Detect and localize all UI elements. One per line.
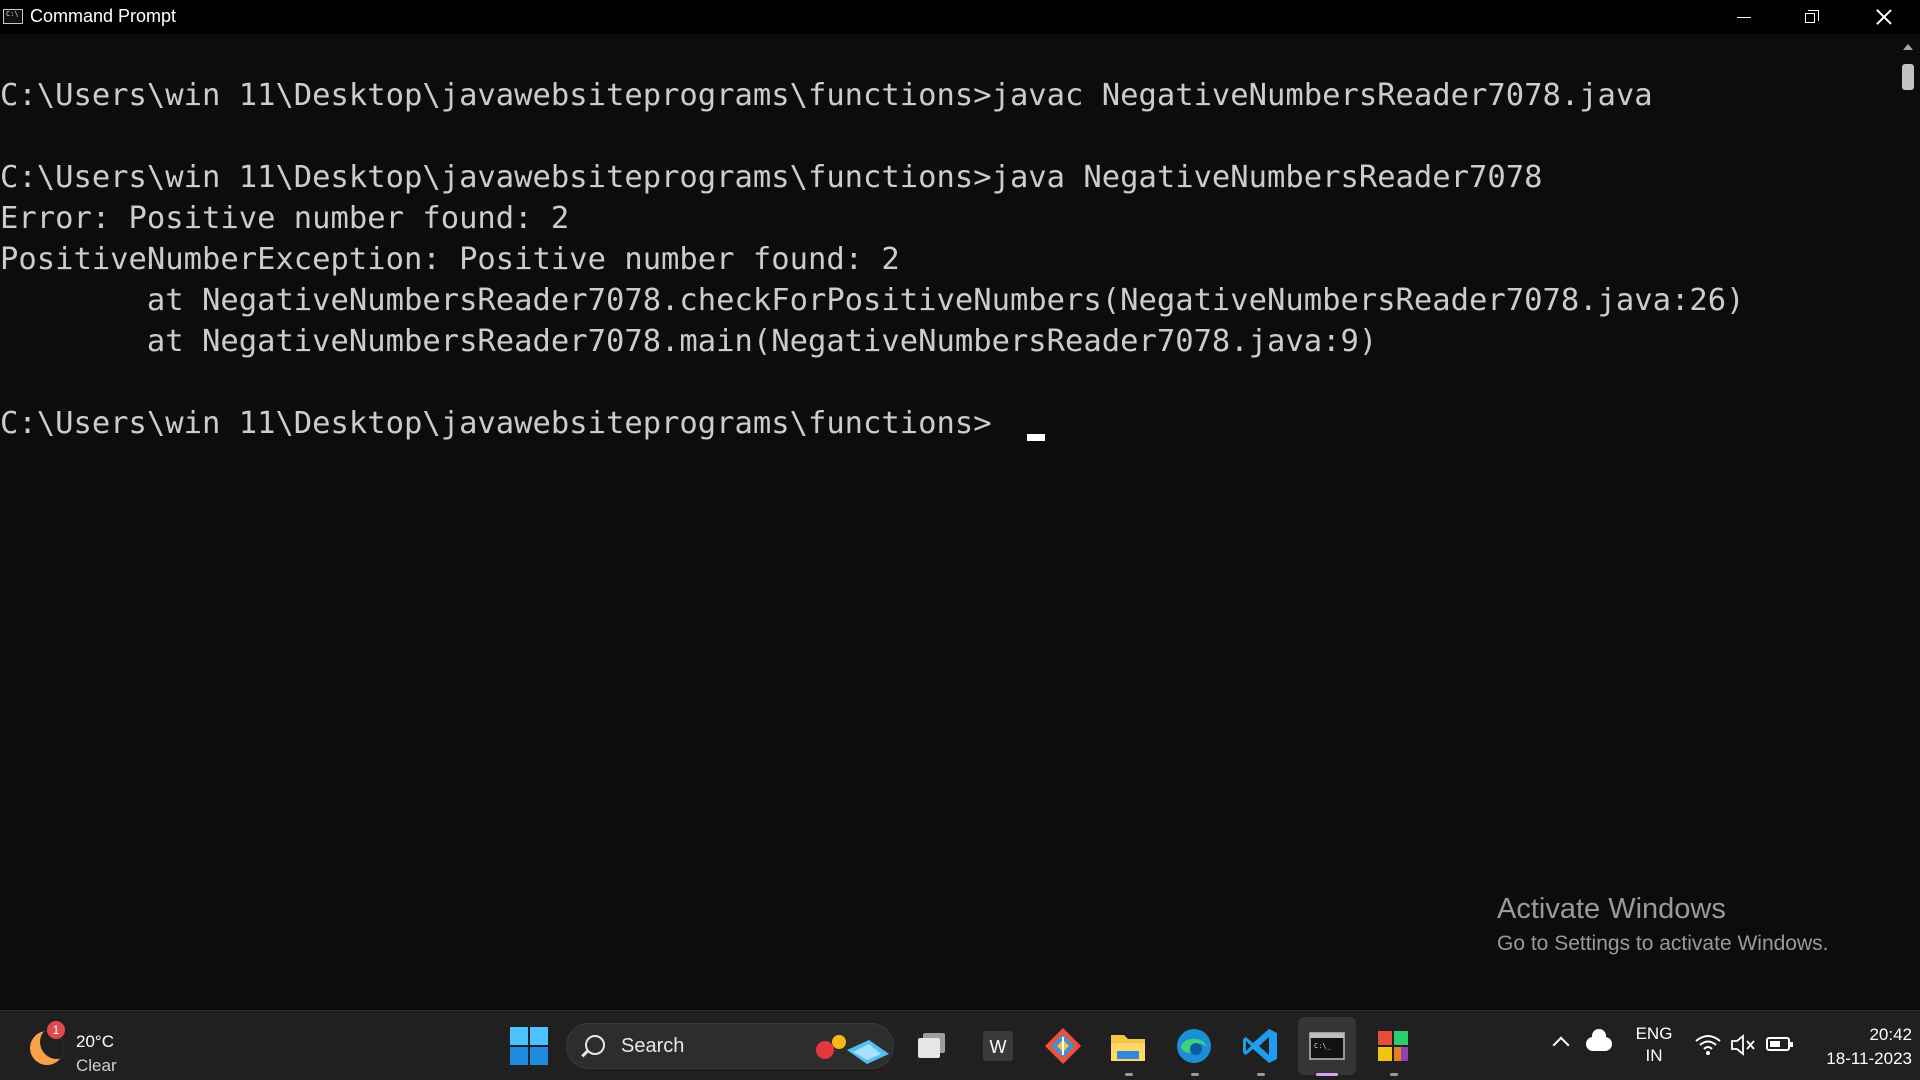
title-bar[interactable]: Command Prompt: [0, 0, 1920, 34]
scroll-up-arrow-icon[interactable]: [1903, 44, 1913, 50]
office-icon[interactable]: [1372, 1025, 1414, 1067]
running-indicator: [1125, 1073, 1133, 1076]
volume-muted-icon[interactable]: [1730, 1033, 1756, 1057]
command-prompt-icon: [3, 9, 23, 24]
notification-badge: 1: [47, 1021, 65, 1039]
watermark-subtitle: Go to Settings to activate Windows.: [1497, 932, 1829, 955]
activate-windows-watermark: Activate Windows Go to Settings to activ…: [1497, 893, 1829, 956]
git-icon[interactable]: [1042, 1025, 1084, 1067]
active-indicator: [1316, 1073, 1338, 1076]
close-button[interactable]: [1850, 0, 1918, 34]
watermark-title: Activate Windows: [1497, 893, 1726, 925]
task-view-icon[interactable]: [911, 1025, 953, 1067]
text-cursor: [1027, 434, 1045, 441]
language-indicator[interactable]: ENG IN: [1632, 1023, 1676, 1067]
edge-icon[interactable]: [1173, 1025, 1215, 1067]
search-icon: [585, 1035, 605, 1055]
console-line: at NegativeNumbersReader7078.checkForPos…: [0, 283, 1745, 318]
window-title: Command Prompt: [30, 6, 177, 26]
console-output[interactable]: C:\Users\win 11\Desktop\javawebsiteprogr…: [0, 34, 1896, 1010]
search-highlight-icon: [816, 1035, 889, 1064]
close-icon: [1876, 9, 1892, 25]
clock-time: 20:42: [1869, 1025, 1912, 1044]
console-line: PositiveNumberException: Positive number…: [0, 242, 900, 277]
console-line: at NegativeNumbersReader7078.main(Negati…: [0, 324, 1378, 359]
restore-icon: [1805, 10, 1819, 24]
terminal-icon[interactable]: C:\_: [1306, 1025, 1348, 1067]
weather-condition: Clear: [76, 1056, 117, 1075]
minimize-icon: [1737, 16, 1751, 18]
wifi-icon[interactable]: [1694, 1031, 1722, 1059]
start-button[interactable]: [508, 1025, 550, 1067]
windows-logo-icon: [510, 1027, 528, 1045]
vscode-icon[interactable]: [1239, 1025, 1281, 1067]
search-label: Search: [621, 1035, 685, 1057]
taskbar: 1 20°C Clear Search W C:\_ ENG IN 20:42 …: [0, 1010, 1920, 1080]
weather-widget[interactable]: 1 20°C Clear: [30, 1021, 130, 1075]
console-line: Error: Positive number found: 2: [0, 201, 570, 236]
minimize-button[interactable]: [1710, 0, 1778, 34]
console-line: C:\Users\win 11\Desktop\javawebsiteprogr…: [0, 160, 1543, 195]
battery-icon[interactable]: [1766, 1037, 1793, 1051]
word-icon[interactable]: W: [977, 1025, 1019, 1067]
running-indicator: [1390, 1073, 1398, 1076]
svg-text:C:\_: C:\_: [1314, 1042, 1332, 1050]
running-indicator: [1257, 1073, 1265, 1076]
weather-temperature: 20°C: [76, 1032, 114, 1051]
onedrive-cloud-icon[interactable]: [1586, 1029, 1612, 1051]
show-hidden-icons-chevron-icon[interactable]: [1552, 1036, 1570, 1054]
region-code: IN: [1645, 1046, 1663, 1065]
scroll-thumb[interactable]: [1902, 64, 1914, 90]
clock[interactable]: 20:42 18-11-2023: [1800, 1023, 1912, 1071]
svg-text:W: W: [990, 1037, 1007, 1057]
restore-button[interactable]: [1778, 0, 1846, 34]
console-prompt-line: C:\Users\win 11\Desktop\javawebsiteprogr…: [0, 406, 992, 441]
search-bar[interactable]: Search: [566, 1023, 894, 1069]
folder-icon[interactable]: [1107, 1025, 1149, 1067]
clock-date: 18-11-2023: [1826, 1049, 1912, 1068]
language-code: ENG: [1635, 1024, 1673, 1043]
running-indicator: [1191, 1073, 1199, 1076]
vertical-scrollbar[interactable]: [1896, 34, 1920, 1010]
console-line: C:\Users\win 11\Desktop\javawebsiteprogr…: [0, 78, 1653, 113]
